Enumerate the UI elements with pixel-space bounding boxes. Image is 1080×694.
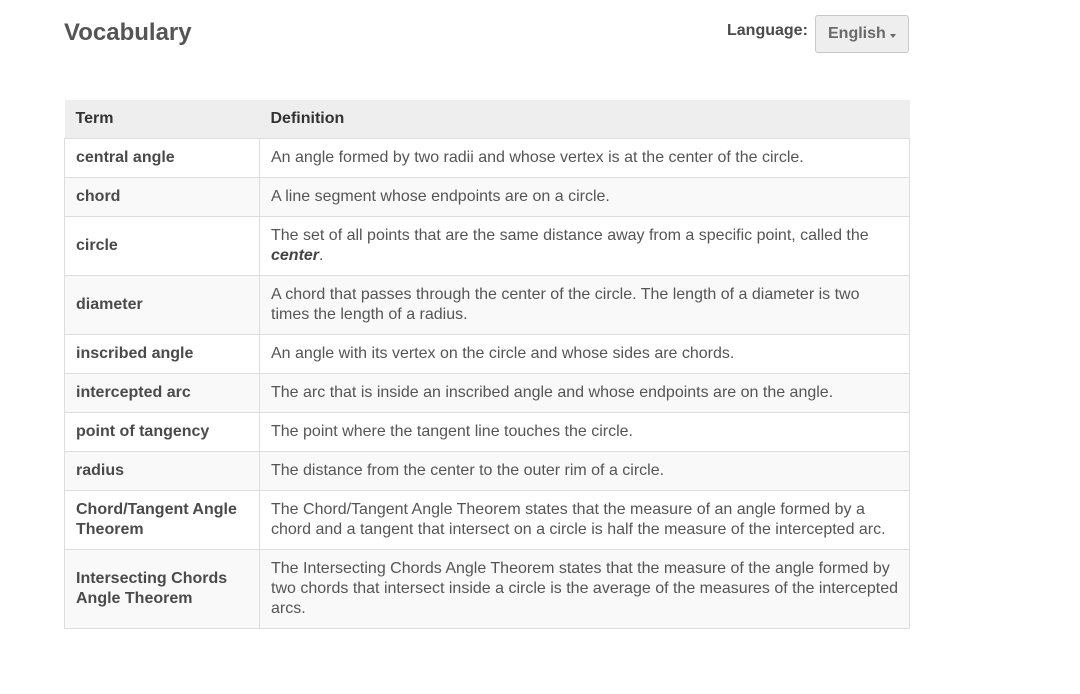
term-cell: inscribed angle — [64, 334, 260, 374]
table-row: Intersecting Chords Angle Theorem The In… — [64, 549, 910, 629]
table-row: Chord/Tangent Angle Theorem The Chord/Ta… — [64, 490, 910, 550]
term-cell: diameter — [64, 275, 260, 335]
definition-cell: The Intersecting Chords Angle Theorem st… — [259, 549, 910, 629]
definition-text: The set of all points that are the same … — [271, 227, 869, 244]
definition-emphasis: center — [271, 247, 320, 264]
term-cell: circle — [64, 216, 260, 276]
term-cell: point of tangency — [64, 412, 260, 452]
term-cell: intercepted arc — [64, 373, 260, 413]
table-row: point of tangency The point where the ta… — [64, 412, 910, 452]
definition-cell: The Chord/Tangent Angle Theorem states t… — [259, 490, 910, 550]
term-cell: chord — [64, 177, 260, 217]
definition-cell: The point where the tangent line touches… — [259, 412, 910, 452]
table-row: intercepted arc The arc that is inside a… — [64, 373, 910, 413]
definition-cell: The distance from the center to the oute… — [259, 451, 910, 491]
column-header-definition: Definition — [259, 100, 910, 139]
definition-text-end: . — [319, 247, 324, 264]
table-row: circle The set of all points that are th… — [64, 216, 910, 276]
table-row: chord A line segment whose endpoints are… — [64, 177, 910, 217]
definition-cell: A line segment whose endpoints are on a … — [259, 177, 910, 217]
language-label: Language: — [727, 22, 808, 39]
definition-cell: The set of all points that are the same … — [259, 216, 910, 276]
column-header-term: Term — [64, 100, 260, 139]
term-cell: Intersecting Chords Angle Theorem — [64, 549, 260, 629]
term-cell: central angle — [64, 138, 260, 178]
caret-down-icon — [889, 33, 896, 38]
term-cell: Chord/Tangent Angle Theorem — [64, 490, 260, 550]
language-value: English — [828, 25, 886, 42]
definition-cell: A chord that passes through the center o… — [259, 275, 910, 335]
definition-cell: The arc that is inside an inscribed angl… — [259, 373, 910, 413]
term-cell: radius — [64, 451, 260, 491]
table-row: diameter A chord that passes through the… — [64, 275, 910, 335]
table-row: central angle An angle formed by two rad… — [64, 138, 910, 178]
page-title: Vocabulary — [64, 19, 192, 46]
language-selector: Language: English — [727, 15, 909, 53]
definition-cell: An angle with its vertex on the circle a… — [259, 334, 910, 374]
definition-cell: An angle formed by two radii and whose v… — [259, 138, 910, 178]
table-header-row: Term Definition — [64, 100, 910, 139]
vocabulary-table: Term Definition central angle An angle f… — [64, 100, 910, 629]
table-row: radius The distance from the center to t… — [64, 451, 910, 491]
table-row: inscribed angle An angle with its vertex… — [64, 334, 910, 374]
language-dropdown-button[interactable]: English — [814, 15, 909, 53]
